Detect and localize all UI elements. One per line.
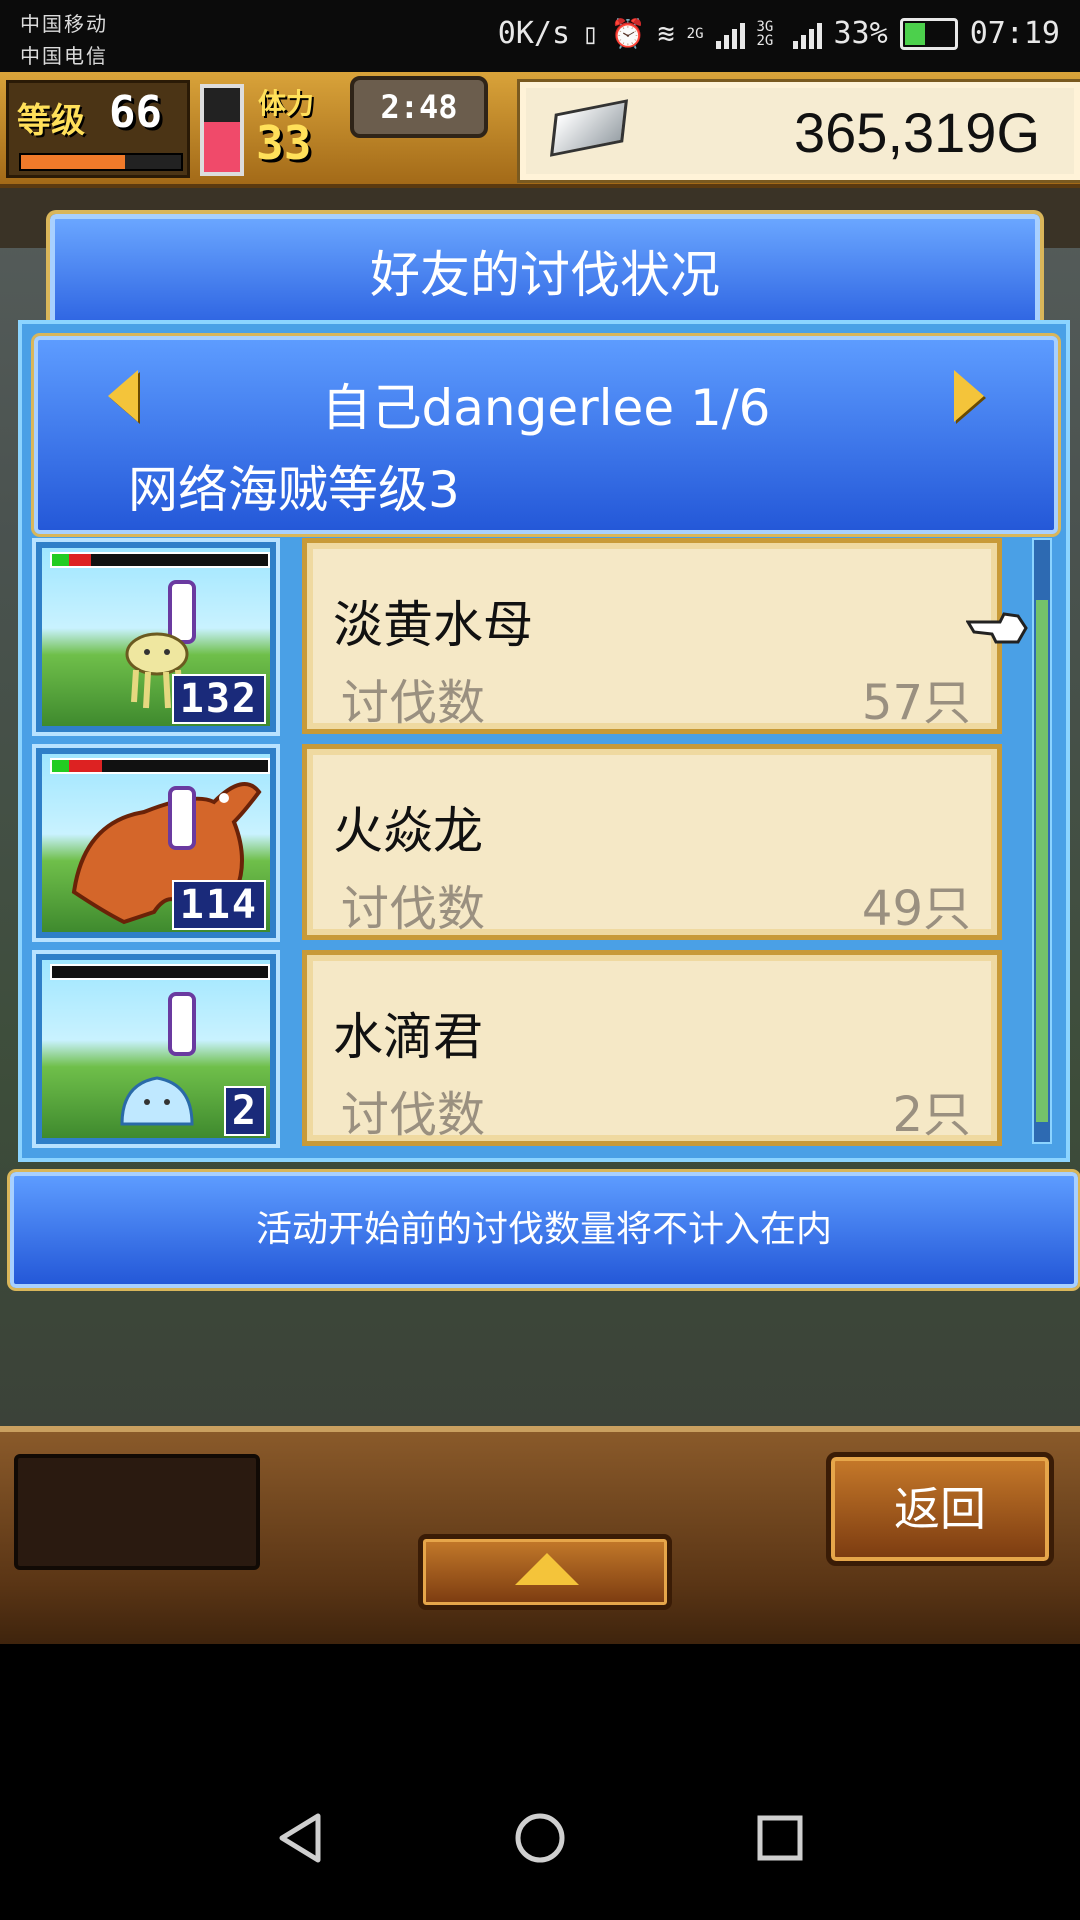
net-type-1: 2G (686, 25, 704, 42)
pirate-rank: 网络海贼等级3 (128, 461, 460, 519)
monster-name: 火焱龙 (333, 802, 483, 860)
battery-percent: 33% (833, 16, 888, 51)
carrier-1: 中国移动 (20, 12, 108, 36)
stamina-timer: 2:48 (350, 76, 488, 138)
pointing-hand-icon (966, 612, 1028, 644)
up-arrow-icon (515, 1553, 579, 1585)
hp-bar (50, 964, 270, 980)
list-item[interactable]: 132 淡黄水母 讨伐数 57只 (32, 538, 1032, 738)
monster-level: 132 (171, 674, 266, 724)
clock: 07:19 (969, 16, 1060, 51)
hp-bar (50, 552, 270, 568)
dialog-title: 好友的讨伐状况 (370, 246, 720, 304)
signal-icon (715, 19, 745, 49)
kill-label: 讨伐数 (341, 1087, 486, 1143)
battery-icon (899, 17, 958, 50)
empty-slot (14, 1454, 260, 1570)
dialog-panel: 自己dangerlee 1/6 网络海贼等级3 132 淡黄水母 讨伐数 57只… (18, 320, 1070, 1162)
monster-name: 淡黄水母 (333, 596, 533, 654)
net-speed: 0K/s (497, 16, 571, 51)
level-label: 等级 (17, 101, 85, 141)
gold-box: 365,319G (517, 79, 1080, 183)
expand-menu-button[interactable] (418, 1534, 672, 1610)
exp-fill (21, 155, 125, 169)
alarm-icon: ⏰ (610, 17, 646, 50)
stamina-fill (204, 121, 240, 172)
monster-name: 水滴君 (333, 1008, 483, 1066)
list-item[interactable]: 114 火焱龙 讨伐数 49只 (32, 744, 1032, 944)
monster-level: 2 (223, 1086, 266, 1136)
return-button[interactable]: 返回 (826, 1452, 1054, 1566)
recents-nav-icon[interactable] (752, 1810, 808, 1866)
vibrate-icon: ▯ (582, 17, 599, 50)
game-screen: 等级 66 体力 33 2:48 365,319G 好友的讨伐状况 自己dang… (0, 72, 1080, 1644)
dialog-title-bar: 好友的讨伐状况 (50, 214, 1040, 336)
kill-count: 57只 (861, 675, 971, 731)
notice-text: 活动开始前的讨伐数量将不计入在内 (255, 1209, 832, 1250)
return-button-label: 返回 (894, 1482, 986, 1536)
gold-bar-icon (549, 99, 629, 157)
signal-icon (792, 19, 822, 49)
carrier-2: 中国电信 (20, 44, 108, 68)
stamina-value: 33 (256, 116, 312, 170)
kill-label: 讨伐数 (341, 881, 486, 937)
gold-value: 365,319G (794, 101, 1040, 164)
list-scrollbar[interactable] (1032, 538, 1052, 1144)
kill-card[interactable]: 淡黄水母 讨伐数 57只 (302, 538, 1002, 734)
system-nav-bar (0, 1644, 1080, 1920)
wifi-icon: ≋ (657, 17, 675, 50)
kill-label: 讨伐数 (341, 675, 486, 731)
hp-bar (50, 758, 270, 774)
kill-count: 2只 (892, 1087, 971, 1143)
monster-thumbnail: 2 (32, 950, 280, 1148)
notice-bar: 活动开始前的讨伐数量将不计入在内 (10, 1172, 1078, 1288)
kill-card[interactable]: 水滴君 讨伐数 2只 (302, 950, 1002, 1146)
kill-card[interactable]: 火焱龙 讨伐数 49只 (302, 744, 1002, 940)
bottom-menu-bar: 返回 (0, 1426, 1080, 1644)
status-icons: 0K/s ▯ ⏰ ≋ 2G 3G 2G 33% 07:19 (498, 16, 1060, 51)
monster-thumbnail: 132 (32, 538, 280, 736)
friend-header: 自己dangerlee 1/6 网络海贼等级3 (34, 336, 1058, 534)
monster-level: 114 (171, 880, 266, 930)
status-bar: 中国移动 中国电信 0K/s ▯ ⏰ ≋ 2G 3G 2G 33% 07:19 (0, 0, 1080, 72)
level-value: 66 (109, 87, 162, 138)
back-nav-icon[interactable] (272, 1810, 328, 1866)
kill-count: 49只 (861, 881, 971, 937)
scroll-thumb[interactable] (1036, 600, 1048, 1122)
list-item[interactable]: 2 水滴君 讨伐数 2只 (32, 950, 1032, 1150)
level-box: 等级 66 (6, 80, 190, 178)
monster-thumbnail: 114 (32, 744, 280, 942)
stamina-gauge (200, 84, 244, 176)
friend-name: 自己dangerlee 1/6 (321, 379, 771, 437)
water-drop-icon (120, 1076, 194, 1126)
next-friend-arrow-icon[interactable] (954, 370, 984, 422)
net-type-2: 3G 2G (756, 18, 774, 49)
exclamation-icon (168, 786, 196, 850)
home-nav-icon[interactable] (512, 1810, 568, 1866)
top-hud: 等级 66 体力 33 2:48 365,319G (0, 72, 1080, 188)
exclamation-icon (168, 992, 196, 1056)
exp-bar (19, 153, 183, 171)
